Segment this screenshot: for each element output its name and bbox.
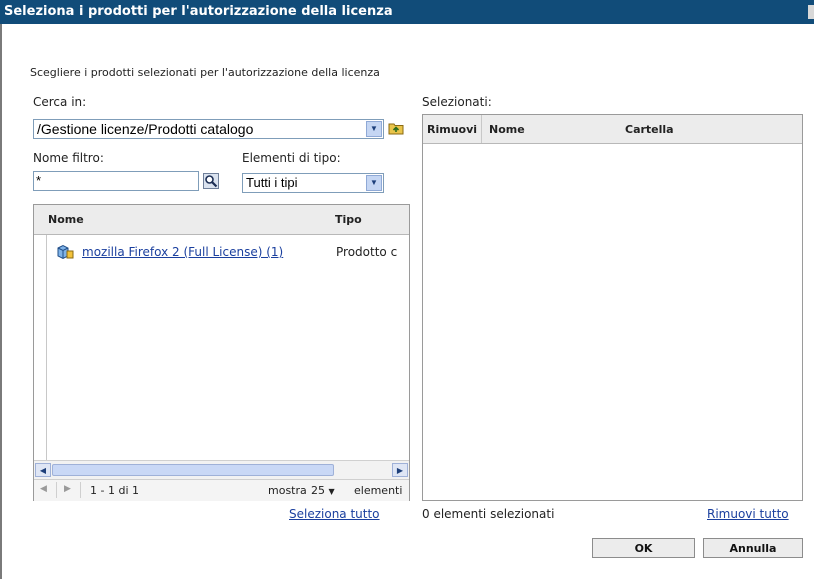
pager-bar: ◀ ▶ 1 - 1 di 1 mostra 25 ▼ elementi	[34, 479, 409, 501]
folder-up-icon[interactable]	[388, 120, 404, 136]
pager-prev-icon[interactable]: ◀	[40, 484, 47, 494]
type-select[interactable]: Tutti i tipi ▼	[242, 173, 384, 193]
remove-all-link[interactable]: Rimuovi tutto	[707, 507, 789, 521]
filter-name-label: Nome filtro:	[33, 151, 104, 165]
column-header-remove[interactable]: Rimuovi	[427, 123, 477, 136]
pager-range: 1 - 1 di 1	[90, 484, 139, 497]
pager-size-select[interactable]: 25 ▼	[311, 484, 335, 497]
search-in-select[interactable]: /Gestione licenze/Prodotti catalogo ▼	[33, 119, 384, 139]
column-header-type[interactable]: Tipo	[335, 213, 362, 226]
selected-header: Rimuovi Nome Cartella	[423, 115, 802, 144]
pager-divider	[56, 482, 57, 498]
column-header-name[interactable]: Nome	[48, 213, 84, 226]
search-in-label: Cerca in:	[33, 95, 87, 109]
chevron-down-icon[interactable]: ▼	[366, 121, 382, 137]
product-icon	[56, 244, 74, 263]
close-icon[interactable]	[808, 5, 814, 19]
scrollbar-thumb[interactable]	[52, 464, 334, 476]
caret-down-icon: ▼	[328, 487, 335, 496]
selected-panel: Rimuovi Nome Cartella	[422, 114, 803, 501]
pager-show-label: mostra	[268, 484, 307, 497]
product-name-link[interactable]: mozilla Firefox 2 (Full License) (1)	[82, 245, 283, 259]
results-panel: Nome Tipo mozilla Firefox 2 (Full Licens…	[33, 204, 410, 501]
type-label: Elementi di tipo:	[242, 151, 341, 165]
column-header-name[interactable]: Nome	[489, 123, 525, 136]
pager-items-label: elementi	[354, 484, 403, 497]
pager-size-value: 25	[311, 484, 325, 497]
horizontal-scrollbar[interactable]: ◀ ▶	[34, 460, 409, 479]
search-icon[interactable]	[203, 173, 219, 189]
cancel-button[interactable]: Annulla	[703, 538, 803, 558]
table-row[interactable]: mozilla Firefox 2 (Full License) (1) Pro…	[34, 243, 409, 263]
product-type-cell: Prodotto c	[336, 245, 398, 259]
filter-name-input[interactable]: *	[33, 171, 199, 191]
dialog-titlebar: Seleziona i prodotti per l'autorizzazion…	[0, 0, 814, 24]
type-value: Tutti i tipi	[246, 175, 298, 190]
scroll-right-icon[interactable]: ▶	[392, 463, 408, 477]
column-divider	[481, 115, 482, 143]
pager-next-icon[interactable]: ▶	[64, 484, 71, 494]
column-header-folder[interactable]: Cartella	[625, 123, 674, 136]
row-gutter-divider	[46, 235, 47, 460]
chevron-down-icon[interactable]: ▼	[366, 175, 382, 191]
instructions-text: Scegliere i prodotti selezionati per l'a…	[30, 66, 380, 79]
ok-button[interactable]: OK	[592, 538, 695, 558]
pager-divider	[80, 482, 81, 498]
search-in-value: /Gestione licenze/Prodotti catalogo	[37, 121, 254, 137]
scroll-left-icon[interactable]: ◀	[35, 463, 51, 477]
dialog-title: Seleziona i prodotti per l'autorizzazion…	[4, 4, 393, 19]
select-all-link[interactable]: Seleziona tutto	[289, 507, 380, 521]
results-header: Nome Tipo	[34, 205, 409, 235]
selected-count: 0 elementi selezionati	[422, 507, 555, 521]
selected-label: Selezionati:	[422, 95, 492, 109]
